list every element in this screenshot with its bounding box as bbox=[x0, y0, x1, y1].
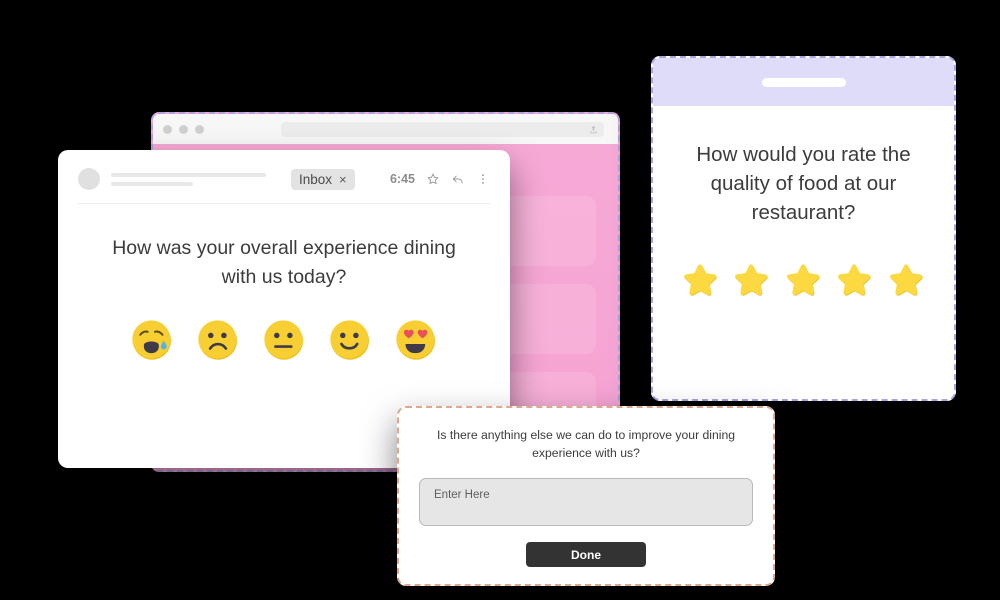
reply-icon[interactable] bbox=[451, 172, 465, 186]
emoji-frowning-face[interactable] bbox=[197, 319, 239, 361]
maximize-window-dot[interactable] bbox=[195, 124, 204, 134]
feedback-placeholder: Enter Here bbox=[434, 489, 490, 501]
star-icon-3[interactable] bbox=[784, 259, 823, 303]
star-icon-5[interactable] bbox=[887, 259, 926, 303]
email-survey-question: How was your overall experience dining w… bbox=[112, 237, 456, 288]
close-window-dot[interactable] bbox=[163, 124, 172, 134]
emoji-heart-eyes-face[interactable] bbox=[395, 319, 437, 361]
star-icon-4[interactable] bbox=[835, 259, 874, 303]
url-input[interactable] bbox=[281, 121, 604, 137]
share-upload-icon[interactable] bbox=[589, 125, 598, 134]
star-icon[interactable] bbox=[426, 172, 440, 186]
emoji-rating-row bbox=[58, 319, 510, 361]
phone-speaker-slot bbox=[761, 77, 846, 87]
avatar bbox=[78, 168, 100, 190]
star-rating-row bbox=[681, 259, 926, 303]
email-timestamp: 6:45 bbox=[389, 172, 415, 186]
minimize-window-dot[interactable] bbox=[179, 124, 188, 134]
emoji-crying-face[interactable] bbox=[131, 319, 173, 361]
close-icon[interactable]: × bbox=[339, 172, 347, 187]
email-header: Inbox × 6:45 bbox=[58, 150, 510, 190]
traffic-lights bbox=[163, 124, 204, 134]
emoji-slightly-smiling-face[interactable] bbox=[329, 319, 371, 361]
done-button[interactable]: Done bbox=[526, 542, 646, 567]
star-icon-1[interactable] bbox=[681, 259, 720, 303]
email-divider bbox=[78, 203, 490, 204]
emoji-neutral-face[interactable] bbox=[263, 319, 305, 361]
email-meta-actions: 6:45 bbox=[390, 172, 490, 186]
inbox-label-text: Inbox bbox=[299, 171, 333, 187]
sender-placeholder-lines bbox=[111, 172, 266, 186]
browser-toolbar bbox=[153, 114, 618, 144]
more-options-icon[interactable] bbox=[476, 172, 490, 186]
phone-mockup: How would you rate the quality of food a… bbox=[651, 56, 956, 401]
feedback-dialog: Is there anything else we can do to impr… bbox=[397, 406, 775, 586]
phone-screen: How would you rate the quality of food a… bbox=[653, 106, 954, 303]
sender-address-placeholder bbox=[111, 181, 193, 186]
feedback-textarea[interactable]: Enter Here bbox=[419, 478, 753, 526]
sender-name-placeholder bbox=[111, 172, 266, 177]
feedback-question: Is there anything else we can do to impr… bbox=[436, 428, 736, 460]
phone-topbar bbox=[653, 58, 954, 106]
inbox-label-chip[interactable]: Inbox × bbox=[291, 168, 355, 190]
star-icon-2[interactable] bbox=[732, 259, 771, 303]
phone-survey-question: How would you rate the quality of food a… bbox=[696, 143, 911, 224]
